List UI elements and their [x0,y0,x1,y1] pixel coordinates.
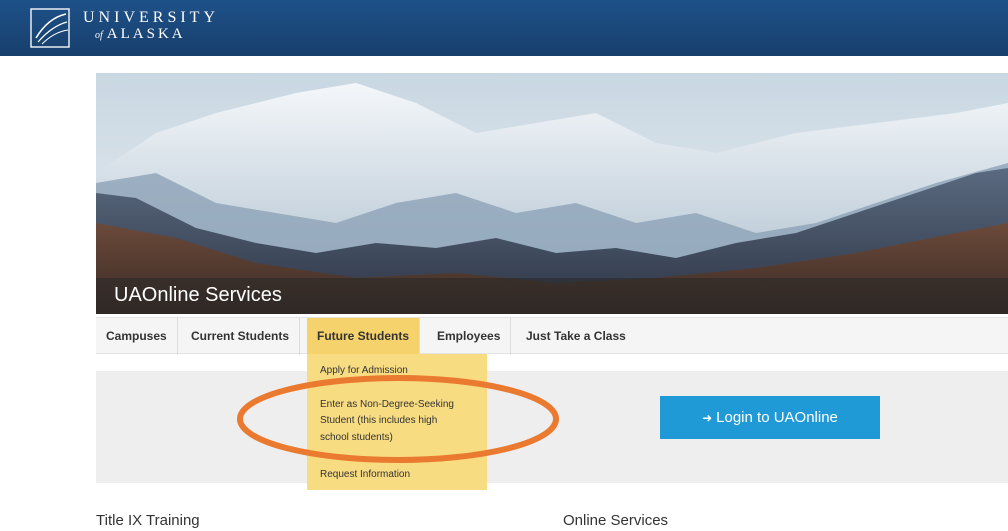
page-title: UAOnline Services [114,284,282,306]
menu-non-degree-line3[interactable]: school students) [320,431,393,444]
menu-non-degree-line1[interactable]: Enter as Non-Degree-Seeking [320,398,454,411]
wordmark-line2: ALASKA [106,26,186,42]
menu-non-degree-line2[interactable]: Student (this includes high [320,414,437,427]
main-nav: Campuses Current Students Future Student… [96,317,1008,355]
university-wordmark[interactable]: UNIVERSITY of ALASKA [83,10,219,44]
future-students-dropdown: Apply for Admission Enter as Non-Degree-… [307,354,487,490]
top-header: UNIVERSITY of ALASKA [0,0,1008,56]
wordmark-of: of [95,30,103,41]
section-online-services: Online Services [563,512,669,529]
wordmark-line1: UNIVERSITY [83,9,219,26]
menu-request-information[interactable]: Request Information [320,468,410,481]
nav-employees[interactable]: Employees [427,318,512,355]
nav-campuses[interactable]: Campuses [96,318,178,355]
nav-current-students[interactable]: Current Students [181,318,301,355]
menu-apply-for-admission[interactable]: Apply for Admission [320,364,408,377]
university-logo-icon[interactable] [30,8,70,48]
nav-just-take-a-class[interactable]: Just Take a Class [516,318,636,355]
login-button-label: Login to UAOnline [716,409,838,426]
section-title-ix: Title IX Training [96,512,200,529]
login-button[interactable]: ➜ Login to UAOnline [660,396,880,439]
nav-future-students[interactable]: Future Students [307,318,420,355]
sign-in-icon: ➜ [702,411,713,425]
